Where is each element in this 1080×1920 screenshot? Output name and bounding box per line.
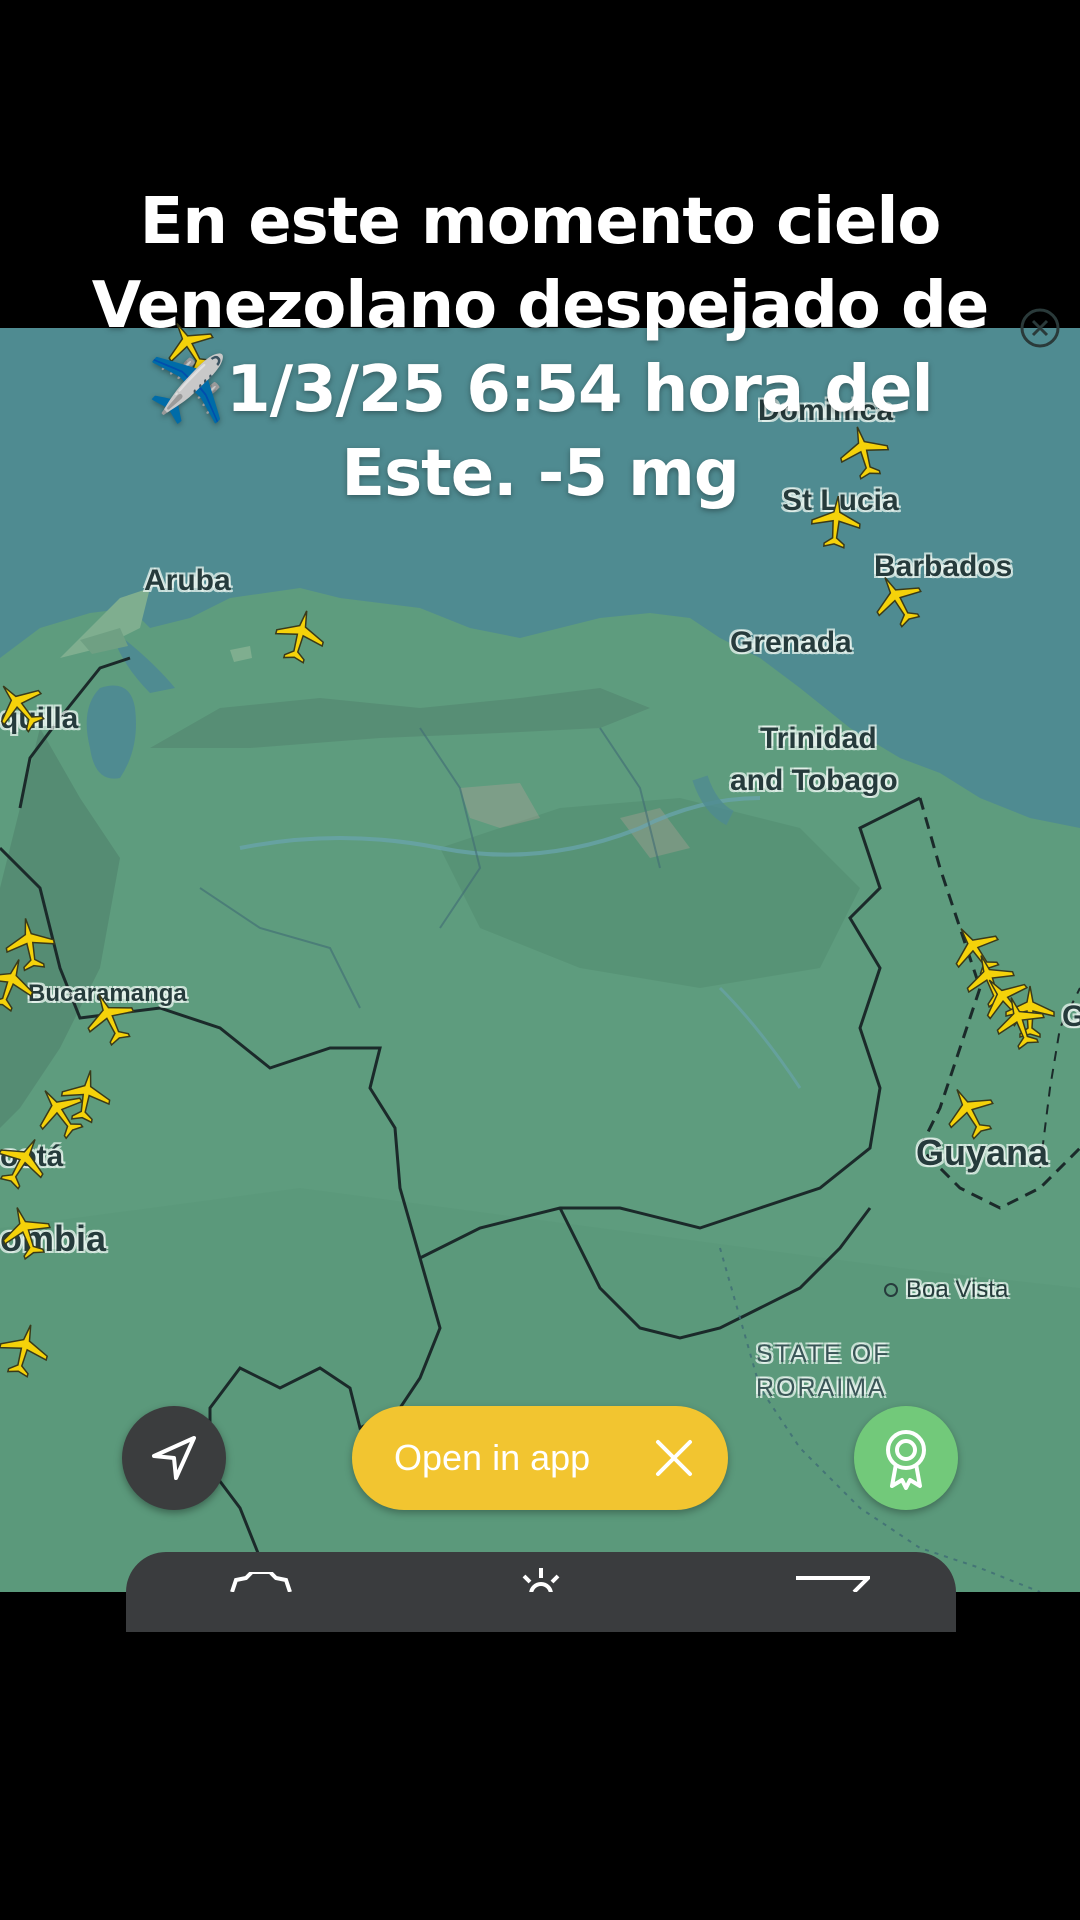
city-dot-icon xyxy=(884,1283,898,1297)
caption-line-2: Venezolano despejado de xyxy=(91,269,990,343)
label-boa-vista: Boa Vista xyxy=(884,1276,1008,1304)
label-edge-g: G xyxy=(1062,1000,1080,1033)
award-button[interactable] xyxy=(854,1406,958,1510)
settings-icon[interactable] xyxy=(226,1572,296,1592)
label-roraima: RORAIMA xyxy=(756,1374,887,1402)
my-location-button[interactable] xyxy=(122,1406,226,1510)
label-tobago: and Tobago xyxy=(730,764,898,797)
open-in-app-label: Open in app xyxy=(394,1437,591,1478)
caption-line-1: En este momento cielo xyxy=(139,185,942,259)
navigation-arrow-icon xyxy=(152,1436,196,1480)
flight-map[interactable]: Aruba St Lucia Barbados Grenada Trinidad… xyxy=(0,328,1080,1592)
bottom-toolbar xyxy=(126,1552,956,1632)
open-in-app-button[interactable]: Open in app xyxy=(352,1406,728,1510)
caption-line-4: Este. -5 mg xyxy=(341,437,739,511)
label-grenada: Grenada xyxy=(730,626,852,659)
screen: Aruba St Lucia Barbados Grenada Trinidad… xyxy=(0,0,1080,1920)
label-guyana: Guyana xyxy=(916,1132,1049,1173)
label-boa-vista-text: Boa Vista xyxy=(906,1276,1009,1303)
label-state-of: STATE OF xyxy=(756,1340,891,1368)
filter-icon[interactable] xyxy=(794,1574,870,1592)
map-base xyxy=(0,328,1080,1592)
close-icon[interactable] xyxy=(654,1438,694,1478)
caption-line-3: ✈️1/3/25 6:54 hora del xyxy=(147,353,933,427)
label-trinidad: Trinidad xyxy=(760,722,877,755)
award-ribbon-icon xyxy=(886,1430,926,1490)
label-aruba: Aruba xyxy=(144,564,231,597)
weather-icon[interactable] xyxy=(516,1568,566,1592)
video-caption: En este momento cielo Venezolano despeja… xyxy=(0,180,1080,516)
